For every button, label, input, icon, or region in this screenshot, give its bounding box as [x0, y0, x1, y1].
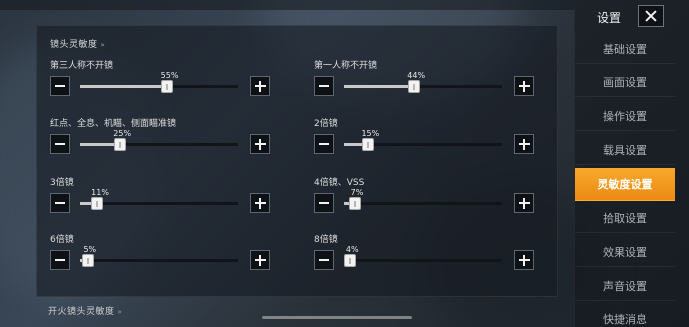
slider-8x-scope: 8倍镜 4%	[314, 232, 544, 278]
slider-track[interactable]	[344, 138, 502, 151]
plus-icon	[518, 197, 530, 209]
decrease-button[interactable]	[50, 193, 70, 213]
slider-4x-scope: 4倍镜、VSS 7%	[314, 175, 544, 221]
slider-label: 4倍镜、VSS	[314, 178, 365, 188]
slider-value: 55%	[160, 71, 179, 80]
slider-value: 25%	[113, 129, 132, 138]
minus-icon	[55, 143, 65, 145]
slider-first-person: 第一人称不开镜 44%	[314, 58, 544, 104]
nav-header: 设置	[575, 0, 689, 34]
nav-item-sensitivity[interactable]: 灵敏度设置	[575, 168, 675, 201]
slider-label: 第三人称不开镜	[50, 61, 114, 71]
increase-button[interactable]	[514, 134, 534, 154]
minus-icon	[55, 202, 65, 204]
slider-value: 5%	[83, 245, 97, 254]
slider-fill	[344, 85, 414, 88]
increase-button[interactable]	[250, 193, 270, 213]
decrease-button[interactable]	[50, 76, 70, 96]
slider-label: 8倍镜	[314, 235, 338, 245]
close-button[interactable]	[638, 5, 664, 27]
next-section-title-text: 开火镜头灵敏度	[48, 307, 115, 317]
nav-title: 设置	[597, 11, 622, 25]
slider-label: 2倍镜	[314, 119, 338, 129]
decrease-button[interactable]	[314, 193, 334, 213]
minus-icon	[55, 85, 65, 87]
slider-red-dot: 红点、全息、机瞄、侧面瞄准镜 25%	[50, 116, 280, 162]
slider-value: 4%	[345, 245, 359, 254]
slider-third-person: 第三人称不开镜 55%	[50, 58, 280, 104]
section-title-text: 镜头灵敏度	[50, 40, 98, 50]
nav-item-vehicle[interactable]: 载具设置	[575, 135, 675, 165]
slider-value: 7%	[350, 188, 364, 197]
section-title: 镜头灵敏度»	[50, 37, 105, 50]
slider-track[interactable]	[80, 138, 238, 151]
minus-icon	[319, 202, 329, 204]
plus-icon	[518, 254, 530, 266]
nav-item-basic[interactable]: 基础设置	[575, 34, 675, 64]
slider-knob[interactable]	[349, 197, 362, 210]
increase-button[interactable]	[514, 76, 534, 96]
slider-knob[interactable]	[113, 138, 126, 151]
slider-value: 44%	[407, 71, 426, 80]
plus-icon	[518, 80, 530, 92]
decrease-button[interactable]	[314, 76, 334, 96]
plus-icon	[254, 197, 266, 209]
decrease-button[interactable]	[314, 134, 334, 154]
slider-knob[interactable]	[407, 80, 420, 93]
decrease-button[interactable]	[50, 250, 70, 270]
scroll-indicator	[262, 316, 412, 319]
top-strip	[0, 0, 575, 10]
slider-track[interactable]	[344, 197, 502, 210]
slider-track[interactable]	[80, 197, 238, 210]
decrease-button[interactable]	[50, 134, 70, 154]
slider-label: 第一人称不开镜	[314, 61, 378, 71]
slider-2x-scope: 2倍镜 15%	[314, 116, 544, 162]
sensitivity-panel: 镜头灵敏度» 第三人称不开镜 55% 第一人称不开镜 44% 红点、全息、机瞄、…	[36, 25, 558, 297]
increase-button[interactable]	[514, 250, 534, 270]
chevron-icon: »	[117, 308, 123, 316]
nav-item-effects[interactable]: 效果设置	[575, 237, 675, 267]
slider-3x-scope: 3倍镜 11%	[50, 175, 280, 221]
plus-icon	[254, 138, 266, 150]
minus-icon	[319, 259, 329, 261]
chevron-icon: »	[100, 41, 106, 49]
nav-item-audio[interactable]: 声音设置	[575, 271, 675, 301]
slider-knob[interactable]	[344, 254, 357, 267]
slider-knob[interactable]	[160, 80, 173, 93]
slider-value: 15%	[361, 129, 380, 138]
increase-button[interactable]	[250, 134, 270, 154]
plus-icon	[254, 80, 266, 92]
slider-knob[interactable]	[361, 138, 374, 151]
decrease-button[interactable]	[314, 250, 334, 270]
nav-item-pickup[interactable]: 拾取设置	[575, 203, 675, 233]
slider-knob[interactable]	[81, 254, 94, 267]
nav-item-graphics[interactable]: 画面设置	[575, 67, 675, 97]
nav-item-controls[interactable]: 操作设置	[575, 101, 675, 131]
plus-icon	[518, 138, 530, 150]
slider-label: 红点、全息、机瞄、侧面瞄准镜	[50, 119, 177, 129]
slider-label: 3倍镜	[50, 178, 74, 188]
slider-fill	[80, 85, 167, 88]
increase-button[interactable]	[250, 250, 270, 270]
slider-label: 6倍镜	[50, 235, 74, 245]
slider-track[interactable]	[80, 254, 238, 267]
settings-nav: 设置 基础设置 画面设置 操作设置 载具设置 灵敏度设置 拾取设置 效果设置 声…	[574, 0, 689, 327]
slider-knob[interactable]	[91, 197, 104, 210]
slider-track[interactable]	[344, 254, 502, 267]
slider-track[interactable]	[344, 80, 502, 93]
slider-6x-scope: 6倍镜 5%	[50, 232, 280, 278]
minus-icon	[319, 85, 329, 87]
nav-item-quick-messages[interactable]: 快捷消息	[575, 304, 675, 327]
minus-icon	[55, 259, 65, 261]
slider-value: 11%	[91, 188, 109, 197]
minus-icon	[319, 143, 329, 145]
close-icon	[645, 10, 657, 22]
increase-button[interactable]	[514, 193, 534, 213]
plus-icon	[254, 254, 266, 266]
increase-button[interactable]	[250, 76, 270, 96]
slider-track[interactable]	[80, 80, 238, 93]
next-section-title: 开火镜头灵敏度»	[48, 304, 122, 317]
